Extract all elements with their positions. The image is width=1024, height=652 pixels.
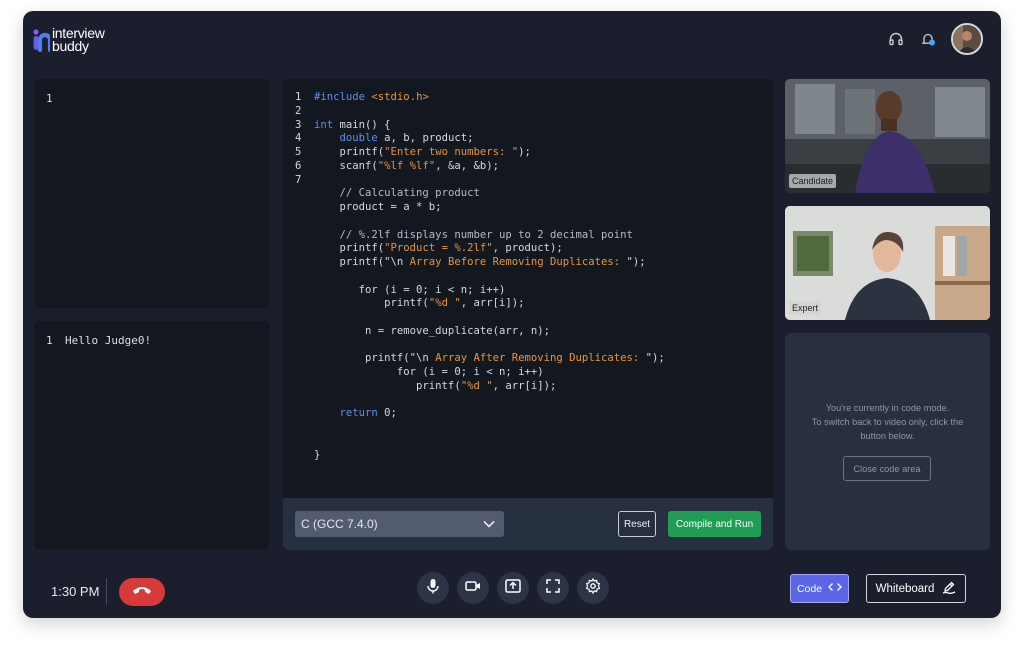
fullscreen-icon <box>546 578 560 598</box>
code-mode-line3: button below. <box>860 431 915 441</box>
brand-line2: buddy <box>52 38 89 54</box>
call-time: 1:30 PM <box>51 584 100 599</box>
code-mode-line2: To switch back to video only, click the <box>811 417 964 427</box>
code-mode-message: You're currently in code mode. To switch… <box>785 401 990 443</box>
output-panel: 1 Hello Judge0! <box>34 321 270 550</box>
app-window: interview buddy 1 1 Hello Judge0! 1 2 3 … <box>23 11 1001 618</box>
footer-divider <box>106 578 107 605</box>
close-code-area-button[interactable]: Close code area <box>843 456 931 481</box>
settings-button[interactable] <box>577 572 609 604</box>
share-screen-button[interactable] <box>497 572 529 604</box>
candidate-label: Candidate <box>789 174 837 188</box>
line-numbers: 1 2 3 4 5 6 7 <box>295 91 302 186</box>
camera-button[interactable] <box>457 572 489 604</box>
output-line-number: 1 <box>46 334 53 347</box>
code-mode-panel: You're currently in code mode. To switch… <box>785 333 990 550</box>
compile-run-button[interactable]: Compile and Run <box>668 511 761 537</box>
brand-logo[interactable]: interview buddy <box>32 25 105 55</box>
candidate-video[interactable]: Candidate <box>785 79 990 193</box>
reset-button[interactable]: Reset <box>618 511 656 537</box>
settings-icon <box>585 577 601 599</box>
whiteboard-button[interactable]: Whiteboard <box>866 574 966 603</box>
camera-icon <box>465 579 481 597</box>
headset-icon[interactable] <box>887 30 905 48</box>
microphone-button[interactable] <box>417 572 449 604</box>
whiteboard-label: Whiteboard <box>875 582 935 595</box>
input-line-number: 1 <box>46 92 53 105</box>
output-line-text: Hello Judge0! <box>65 334 152 347</box>
end-call-button[interactable] <box>119 578 165 606</box>
logo-icon <box>32 28 53 53</box>
fullscreen-button[interactable] <box>537 572 569 604</box>
code-mode-line1: You're currently in code mode. <box>825 403 950 413</box>
whiteboard-edit-icon <box>942 580 956 597</box>
expert-video[interactable]: Expert <box>785 206 990 320</box>
code-editor[interactable]: 1 2 3 4 5 6 7 #include <stdio.h> int mai… <box>283 79 773 550</box>
share-screen-icon <box>505 578 521 598</box>
editor-toolbar: C (GCC 7.4.0) Reset Compile and Run <box>283 498 773 550</box>
header-actions <box>887 23 983 55</box>
code-brackets-icon <box>828 582 843 595</box>
language-value: C (GCC 7.4.0) <box>301 517 378 531</box>
input-panel[interactable]: 1 <box>34 79 270 308</box>
language-select[interactable]: C (GCC 7.4.0) <box>295 511 504 537</box>
notification-bell-icon[interactable] <box>919 30 937 48</box>
code-label: Code <box>796 582 823 595</box>
avatar[interactable] <box>951 23 983 55</box>
end-call-icon <box>132 583 152 601</box>
code-mode-button[interactable]: Code <box>790 574 849 603</box>
microphone-icon <box>426 578 440 599</box>
chevron-down-icon <box>482 517 496 534</box>
code-text[interactable]: #include <stdio.h> int main() { double a… <box>314 91 665 462</box>
brand-name: interview buddy <box>52 26 105 54</box>
expert-label: Expert <box>789 301 822 315</box>
